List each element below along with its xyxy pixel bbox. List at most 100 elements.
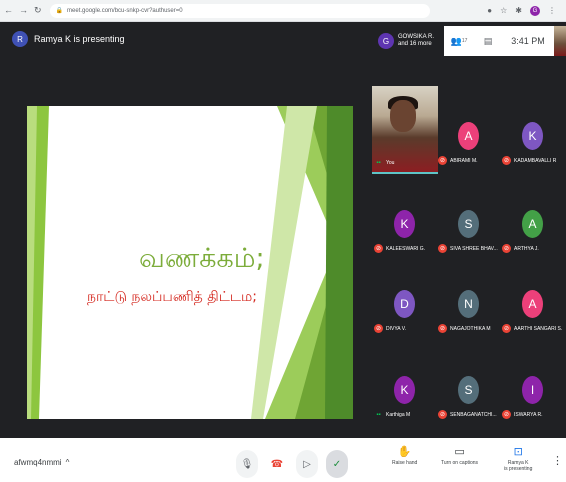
participant-name: KALEESWARI G.: [386, 245, 425, 252]
raise-hand-label: Raise hand: [392, 460, 418, 466]
presenter-indicator: R Ramya K is presenting: [12, 31, 125, 47]
participant-tile[interactable]: K ▪▪ Karthiga M: [372, 362, 435, 425]
participant-avatar: A: [458, 122, 479, 150]
raise-hand-button[interactable]: ✋ Raise hand: [392, 446, 417, 466]
meeting-details[interactable]: afwmq4nmmi ^: [14, 458, 69, 467]
mic-off-icon: ⊘: [502, 410, 511, 419]
presenting-line2: is presenting: [504, 466, 533, 472]
participant-namebar: ⊘ ABIRAMI M.: [438, 156, 478, 165]
chat-button[interactable]: ▤: [474, 26, 502, 56]
mic-off-icon: ⊘: [502, 244, 511, 253]
chat-icon: ▤: [483, 35, 493, 46]
presentation-slide: வணக்கம்; நாட்டு நலப்பணித் திட்டம;: [27, 106, 353, 419]
address-bar[interactable]: 🔒 meet.google.com/bcu-snkp-cvr?authuser=…: [49, 3, 430, 18]
present-button[interactable]: ✓: [326, 450, 348, 478]
participant-tile[interactable]: S ⊘ SIVA SHREE BHAV...: [436, 196, 499, 259]
hand-icon: ✋: [397, 446, 412, 458]
people-names: GOWSIKA R. and 16 more: [398, 34, 434, 48]
star-icon[interactable]: ☆: [500, 6, 507, 15]
record-icon[interactable]: ●: [487, 6, 492, 15]
participant-name: NAGAJOTHIKA M: [450, 325, 491, 332]
participant-name: You: [386, 159, 395, 166]
mic-off-icon: ⊘: [438, 156, 447, 165]
profile-avatar[interactable]: G: [530, 5, 540, 16]
participant-avatar: A: [522, 290, 543, 318]
participant-tile[interactable]: A ⊘ ARTHYA J.: [500, 196, 563, 259]
people-summary[interactable]: G GOWSIKA R. and 16 more: [378, 33, 444, 49]
camera-icon: ▷: [303, 458, 311, 470]
browser-nav: ← → ↻: [0, 5, 42, 16]
participant-namebar: ⊘ DIVYA V.: [374, 324, 406, 333]
participant-avatar: S: [458, 376, 479, 404]
hang-up-icon: ☎: [270, 458, 284, 470]
leave-call-button[interactable]: ☎: [266, 450, 288, 478]
browser-toolbar: ← → ↻ 🔒 meet.google.com/bcu-snkp-cvr?aut…: [0, 0, 566, 22]
mic-off-icon: ⊘: [438, 324, 447, 333]
mic-off-icon: ⊘: [502, 324, 511, 333]
clock: 3:41 PM: [502, 26, 554, 56]
participant-namebar: ⊘ SIVA SHREE BHAV...: [438, 244, 498, 253]
participant-tile[interactable]: K ⊘ KADAMBAVALLI R: [500, 108, 563, 171]
mic-on-icon: ▪▪: [376, 411, 381, 418]
presenter-text: Ramya K is presenting: [34, 34, 125, 44]
mic-off-icon: ⊘: [438, 410, 447, 419]
participant-namebar: ⊘ SENBAGANATCHI...: [438, 410, 497, 419]
participant-avatar: K: [522, 122, 543, 150]
presenter-avatar: R: [12, 31, 28, 47]
call-controls: 🎙 ☎ ▷ ✓: [236, 450, 348, 478]
check-icon: ✓: [332, 458, 342, 470]
participant-name: ABIRAMI M.: [450, 157, 478, 164]
participant-avatar: D: [394, 290, 415, 318]
participant-name: SENBAGANATCHI...: [450, 411, 497, 418]
participant-namebar: ⊘ KADAMBAVALLI R: [502, 156, 556, 165]
participant-tile[interactable]: K ⊘ KALEESWARI G.: [372, 196, 435, 259]
meet-controls-bar: afwmq4nmmi ^ 🎙 ☎ ▷ ✓ ✋ Raise hand ▭ Turn…: [0, 438, 566, 482]
participant-name: DIVYA V.: [386, 325, 407, 332]
participant-avatar: A: [522, 210, 543, 238]
forward-icon[interactable]: →: [19, 5, 28, 16]
participant-namebar: ▪▪ Karthiga M: [374, 410, 410, 419]
participant-tile[interactable]: N ⊘ NAGAJOTHIKA M: [436, 276, 499, 339]
presentation-stage: வணக்கம்; நாட்டு நலப்பணித் திட்டம;: [0, 60, 370, 438]
presenting-button[interactable]: ⊡ Ramya K is presenting: [504, 446, 532, 472]
captions-icon: ▭: [454, 446, 465, 458]
participant-tile[interactable]: A ⊘ ABIRAMI M.: [436, 108, 499, 171]
participant-name: Karthiga M: [386, 411, 411, 418]
participant-namebar: ⊘ ARTHYA J.: [502, 244, 539, 253]
mic-on-icon: ▪▪: [376, 159, 381, 166]
participant-avatar: S: [458, 210, 479, 238]
participant-namebar: ⊘ AARTHI SANGARI S.: [502, 324, 562, 333]
people-button[interactable]: 👥 17: [444, 26, 474, 56]
participant-avatar: I: [522, 376, 543, 404]
participant-tile[interactable]: D ⊘ DIVYA V.: [372, 276, 435, 339]
menu-icon[interactable]: ⋮: [548, 6, 556, 15]
participant-avatar: N: [458, 290, 479, 318]
extension-icon[interactable]: ✱: [515, 6, 522, 15]
camera-button[interactable]: ▷: [296, 450, 318, 478]
mic-icon: 🎙: [240, 458, 254, 470]
participant-tile[interactable]: I ⊘ ISWARYA R.: [500, 362, 563, 425]
participant-namebar: ⊘ KALEESWARI G.: [374, 244, 425, 253]
reload-icon[interactable]: ↻: [34, 5, 42, 16]
participant-tile[interactable]: A ⊘ AARTHI SANGARI S.: [500, 276, 563, 339]
participant-namebar: ▪▪ You: [374, 158, 394, 167]
mic-off-icon: ⊘: [374, 324, 383, 333]
participant-tile-you[interactable]: ▪▪ You: [372, 86, 438, 176]
captions-button[interactable]: ▭ Turn on captions: [441, 446, 478, 466]
mic-off-icon: ⊘: [438, 244, 447, 253]
mic-off-icon: ⊘: [502, 156, 511, 165]
captions-label: Turn on captions: [441, 460, 479, 466]
slide-subtitle: நாட்டு நலப்பணித் திட்டம;: [87, 289, 257, 305]
participant-name: SIVA SHREE BHAV...: [450, 245, 498, 252]
people-count: 17: [461, 38, 468, 44]
participant-avatar: K: [394, 210, 415, 238]
more-options-icon[interactable]: ⋮: [552, 454, 563, 467]
mic-button[interactable]: 🎙: [236, 450, 258, 478]
present-screen-icon: ⊡: [513, 446, 523, 458]
mic-off-icon: ⊘: [374, 244, 383, 253]
back-icon[interactable]: ←: [4, 5, 13, 16]
self-view-thumbnail[interactable]: [554, 26, 566, 56]
participant-avatar: K: [394, 376, 415, 404]
participant-tile[interactable]: S ⊘ SENBAGANATCHI...: [436, 362, 499, 425]
participant-name: ARTHYA J.: [514, 245, 539, 252]
